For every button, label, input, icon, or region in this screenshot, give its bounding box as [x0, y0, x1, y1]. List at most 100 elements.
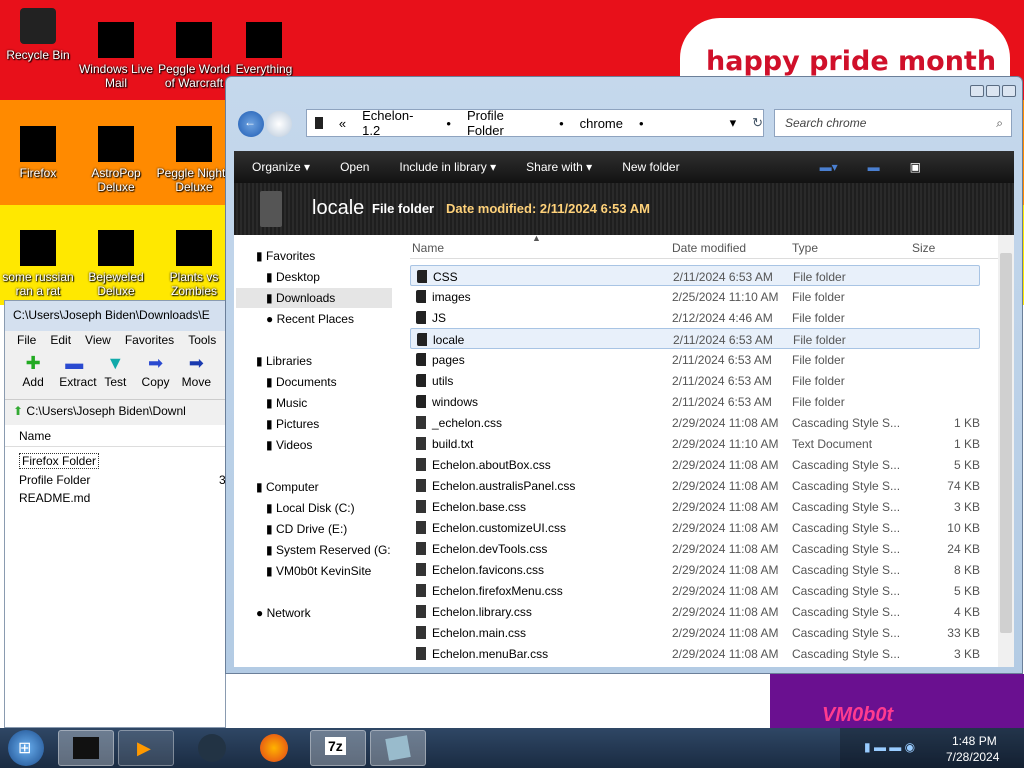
up-folder-icon[interactable]: ⬆	[13, 404, 23, 418]
maximize-button[interactable]	[986, 85, 1000, 97]
nav-documents[interactable]: ▮ Documents	[266, 375, 337, 389]
zip-address-bar[interactable]: ⬆ C:\Users\Joseph Biden\Downl	[5, 399, 225, 425]
nav-libraries[interactable]: ▮ Libraries	[256, 354, 312, 368]
organize-button[interactable]: Organize ▾	[252, 160, 310, 174]
start-button[interactable]: ⊞	[8, 730, 44, 766]
desktop-icon-everything[interactable]: Everything	[226, 22, 302, 76]
nav-videos[interactable]: ▮ Videos	[266, 438, 312, 452]
preview-pane-icon[interactable]: ▬	[868, 160, 880, 174]
taskbar-explorer[interactable]	[58, 730, 114, 766]
forward-button[interactable]	[266, 111, 292, 137]
file-row[interactable]: Echelon.devTools.css 2/29/2024 11:08 AM Ca…	[410, 538, 980, 559]
desktop-icon-astropop[interactable]: AstroPop Deluxe	[78, 126, 154, 194]
breadcrumb-overflow[interactable]: «	[339, 116, 346, 131]
taskbar-firefox[interactable]	[246, 730, 302, 766]
file-row[interactable]: Echelon.aboutBox.css 2/29/2024 11:08 AM Ca…	[410, 454, 980, 475]
desktop-icon-windows-live-mail[interactable]: Windows Live Mail	[78, 22, 154, 90]
desktop-icon-peggle-wow[interactable]: Peggle World of Warcraft	[156, 22, 232, 90]
file-icon	[20, 230, 56, 266]
search-input[interactable]: Search chrome ⌕	[774, 109, 1012, 137]
extract-button[interactable]: ▬ Extract	[59, 353, 96, 397]
file-row[interactable]: Echelon.customizeUI.css 2/29/2024 11:08 A…	[410, 517, 980, 538]
file-row[interactable]: build.txt 2/29/2024 11:10 AM Text Document…	[410, 433, 980, 454]
clock-time[interactable]: 1:48 PM	[952, 734, 997, 748]
file-row[interactable]: Echelon.main.css 2/29/2024 11:08 AM Cascad…	[410, 622, 980, 643]
refresh-icon[interactable]: ↻	[752, 115, 763, 131]
share-with-button[interactable]: Share with ▾	[526, 160, 592, 174]
zip-column-name[interactable]: Name	[5, 425, 225, 447]
col-type[interactable]: Type	[792, 241, 818, 255]
col-date[interactable]: Date modified	[672, 241, 746, 255]
file-row[interactable]: _echelon.css 2/29/2024 11:08 AM Cascading …	[410, 412, 980, 433]
nav-system-reserved[interactable]: ▮ System Reserved (G:	[266, 543, 391, 557]
nav-recent-places[interactable]: ● Recent Places	[266, 312, 354, 326]
file-row[interactable]: CSS 2/11/2024 6:53 AM File folder	[410, 265, 980, 286]
file-row[interactable]: Echelon.base.css 2/29/2024 11:08 AM Cascad…	[410, 496, 980, 517]
minimize-button[interactable]	[970, 85, 984, 97]
taskbar-7zip[interactable]: 7z	[310, 730, 366, 766]
file-row[interactable]: locale 2/11/2024 6:53 AM File folder	[410, 328, 980, 349]
menu-edit[interactable]: Edit	[50, 333, 71, 349]
zip-row[interactable]: README.md	[5, 489, 225, 507]
taskbar-globe[interactable]	[184, 730, 240, 766]
file-row[interactable]: images 2/25/2024 11:10 AM File folder	[410, 286, 980, 307]
col-name[interactable]: Name	[412, 241, 444, 255]
file-row[interactable]: windows 2/11/2024 6:53 AM File folder	[410, 391, 980, 412]
nav-cd-drive[interactable]: ▮ CD Drive (E:)	[266, 522, 347, 536]
zip-row[interactable]: Profile Folder 3	[5, 471, 226, 489]
desktop-icon-pvz[interactable]: Plants vs Zombies	[156, 230, 232, 298]
nav-network[interactable]: ● Network	[256, 606, 311, 620]
desktop-icon-peggle-nights[interactable]: Peggle Nights Deluxe	[156, 126, 232, 194]
nav-pictures[interactable]: ▮ Pictures	[266, 417, 319, 431]
close-button[interactable]	[1002, 85, 1016, 97]
file-row[interactable]: pages 2/11/2024 6:53 AM File folder	[410, 349, 980, 370]
back-button[interactable]: ←	[238, 111, 264, 137]
nav-favorites[interactable]: ▮ Favorites	[256, 249, 315, 263]
nav-vm-site[interactable]: ▮ VM0b0t KevinSite	[266, 564, 371, 578]
desktop-icon-russian-rat[interactable]: some russian ran a rat	[0, 230, 76, 298]
copy-button[interactable]: ➡ Copy	[141, 353, 170, 397]
help-icon[interactable]: ▣	[910, 160, 921, 174]
zip-title[interactable]: C:\Users\Joseph Biden\Downloads\E	[5, 301, 225, 331]
scroll-thumb[interactable]	[1000, 253, 1012, 633]
file-row[interactable]: Echelon.australisPanel.css 2/29/2024 11:0…	[410, 475, 980, 496]
nav-computer[interactable]: ▮ Computer	[256, 480, 319, 494]
vertical-scrollbar[interactable]	[998, 235, 1014, 667]
zip-row[interactable]: Firefox Folder	[5, 451, 225, 471]
breadcrumb-chrome[interactable]: chrome	[580, 116, 623, 131]
tray-icons[interactable]: ▮ ▬ ▬ ◉	[864, 740, 915, 754]
nav-downloads[interactable]: ▮ Downloads	[236, 288, 392, 308]
menu-tools[interactable]: Tools	[188, 333, 216, 349]
nav-desktop[interactable]: ▮ Desktop	[266, 270, 320, 284]
breadcrumb-echelon[interactable]: Echelon-1.2	[362, 108, 430, 138]
add-button[interactable]: ✚ Add	[19, 353, 47, 397]
file-row[interactable]: Echelon.favicons.css 2/29/2024 11:08 AM Ca…	[410, 559, 980, 580]
desktop-icon-firefox[interactable]: Firefox	[0, 126, 76, 180]
breadcrumb[interactable]: « Echelon-1.2 • Profile Folder • chrome • ▾…	[306, 108, 764, 138]
file-row[interactable]: Echelon.menuBar.css 2/29/2024 11:08 AM Cas…	[410, 643, 980, 664]
col-size[interactable]: Size	[912, 241, 935, 255]
taskbar-media[interactable]: ▶	[118, 730, 174, 766]
file-row[interactable]: utils 2/11/2024 6:53 AM File folder	[410, 370, 980, 391]
menu-favorites[interactable]: Favorites	[125, 333, 174, 349]
view-icon[interactable]: ▬▾	[820, 160, 838, 174]
test-button[interactable]: ▼ Test	[101, 353, 129, 397]
menu-file[interactable]: File	[17, 333, 36, 349]
nav-music[interactable]: ▮ Music	[266, 396, 307, 410]
breadcrumb-profile[interactable]: Profile Folder	[467, 108, 543, 138]
desktop-icon-recycle-bin[interactable]: Recycle Bin	[0, 8, 76, 62]
dropdown-icon[interactable]: ▾	[730, 115, 737, 131]
file-row[interactable]: Echelon.firefoxMenu.css 2/29/2024 11:08 A…	[410, 580, 980, 601]
move-button[interactable]: ➡ Move	[182, 353, 211, 397]
clock-date[interactable]: 7/28/2024	[946, 750, 999, 764]
file-row[interactable]: Echelon.library.css 2/29/2024 11:08 AM Cas…	[410, 601, 980, 622]
new-folder-button[interactable]: New folder	[622, 160, 679, 174]
open-button[interactable]: Open	[340, 160, 369, 174]
file-row[interactable]: JS 2/12/2024 4:46 AM File folder	[410, 307, 980, 328]
menu-view[interactable]: View	[85, 333, 111, 349]
desktop-icon-bejeweled[interactable]: Bejeweled Deluxe	[78, 230, 154, 298]
nav-local-disk[interactable]: ▮ Local Disk (C:)	[266, 501, 355, 515]
disk-icon: ▮	[266, 501, 276, 515]
taskbar-notepad[interactable]	[370, 730, 426, 766]
include-library-button[interactable]: Include in library ▾	[399, 160, 496, 174]
